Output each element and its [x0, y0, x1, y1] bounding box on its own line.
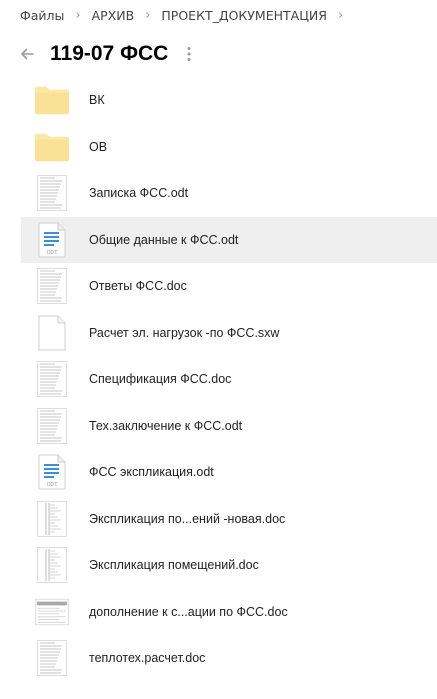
file-name: Спецификация ФСС.doc [89, 372, 232, 387]
file-name: Экспликация по...ений -новая.doc [89, 511, 286, 526]
chevron-right-icon: › [75, 8, 81, 23]
document-preview-icon [35, 595, 69, 629]
back-arrow-icon[interactable] [18, 45, 36, 63]
file-name: ФСС экспликация.odt [89, 465, 214, 480]
file-row[interactable]: дополнение к с...ации по ФСС.doc [21, 589, 437, 636]
breadcrumb-item-project-docs[interactable]: ПРОЕКТ_ДОКУМЕНТАЦИЯ [161, 8, 327, 23]
folder-row[interactable]: ВК [21, 77, 437, 124]
file-row[interactable]: Экспликация по...ений -новая.doc [21, 496, 437, 543]
odt-file-icon: ODT [35, 454, 69, 490]
file-name: ВК [89, 93, 105, 108]
file-row[interactable]: Ответы ФСС.doc [21, 263, 437, 310]
svg-text:ODT: ODT [47, 250, 59, 256]
more-options-icon[interactable] [186, 46, 192, 62]
breadcrumb-item-files[interactable]: Файлы [20, 8, 64, 23]
file-row[interactable]: теплотех.расчет.doc [21, 635, 437, 682]
folder-icon [35, 130, 69, 164]
file-row[interactable]: Записка ФСС.odt [21, 170, 437, 217]
file-row[interactable]: ODT ФСС экспликация.odt [21, 449, 437, 496]
file-name: дополнение к с...ации по ФСС.doc [89, 604, 288, 619]
folder-header: 119-07 ФСС [18, 42, 192, 66]
file-name: Записка ФСС.odt [89, 186, 189, 201]
file-row[interactable]: Спецификация ФСС.doc [21, 356, 437, 403]
folder-row[interactable]: ОВ [21, 124, 437, 171]
chevron-right-icon: › [337, 8, 344, 23]
breadcrumb-item-archive[interactable]: АРХИВ [92, 8, 135, 23]
file-list: ВК ОВ Записка ФСС.odt ODT Общие данные к ФСС… [21, 77, 437, 682]
file-name: Расчет эл. нагрузок -по ФСС.sxw [89, 325, 280, 340]
page-title: 119-07 ФСС [50, 42, 169, 65]
document-preview-icon [35, 407, 69, 444]
blank-file-icon [35, 315, 69, 351]
file-name: Ответы ФСС.doc [89, 279, 187, 294]
breadcrumb: Файлы › АРХИВ › ПРОЕКТ_ДОКУМЕНТАЦИЯ › [20, 8, 354, 23]
odt-file-icon: ODT [35, 222, 69, 258]
file-row[interactable]: ODT Общие данные к ФСС.odt [21, 216, 437, 263]
file-name: Экспликация помещений.doc [89, 558, 259, 573]
file-name: Общие данные к ФСС.odt [89, 232, 239, 247]
table-preview-icon [35, 547, 69, 584]
document-preview-icon [35, 268, 69, 305]
folder-icon [35, 83, 69, 117]
document-preview-icon [35, 361, 69, 398]
file-row[interactable]: Экспликация помещений.doc [21, 542, 437, 589]
file-name: ОВ [89, 139, 108, 154]
svg-text:ODT: ODT [47, 482, 59, 488]
document-preview-icon [35, 175, 69, 212]
document-preview-icon [35, 640, 69, 677]
file-row[interactable]: Тех.заключение к ФСС.odt [21, 403, 437, 450]
table-preview-icon [35, 500, 69, 537]
chevron-right-icon: › [145, 8, 151, 23]
file-name: Тех.заключение к ФСС.odt [89, 418, 243, 433]
file-name: теплотех.расчет.doc [89, 651, 206, 666]
file-row[interactable]: Расчет эл. нагрузок -по ФСС.sxw [21, 310, 437, 357]
